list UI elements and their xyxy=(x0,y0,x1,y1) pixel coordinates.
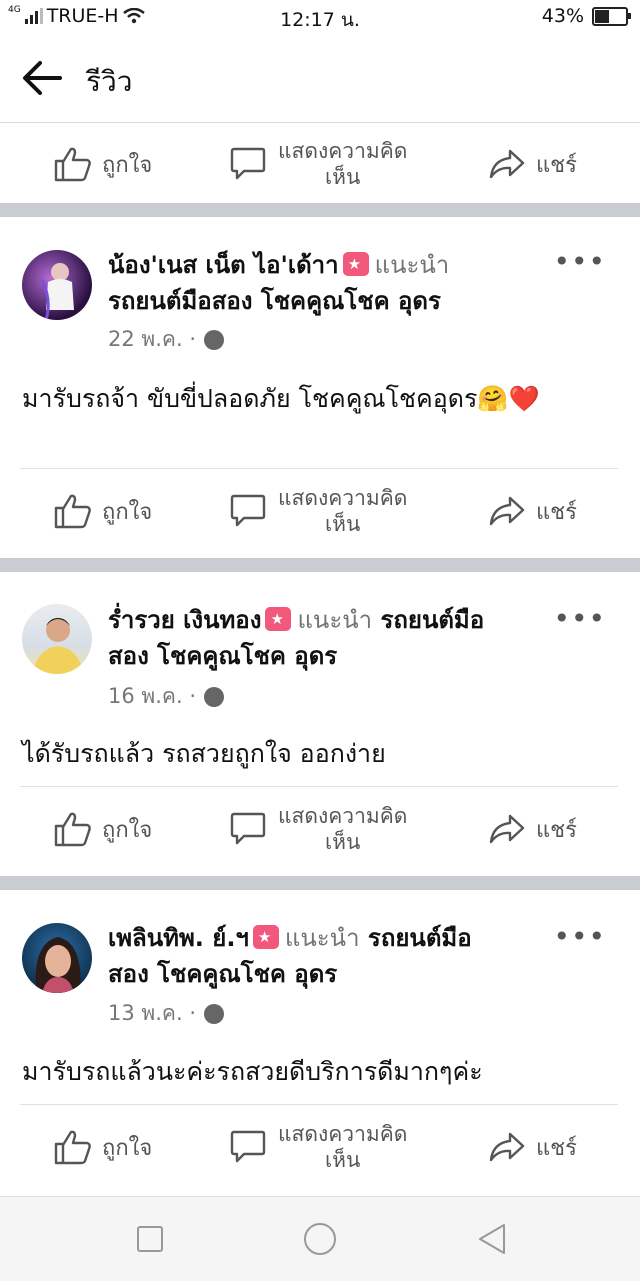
like-button[interactable]: ถูกใจ xyxy=(54,122,152,206)
thumbs-up-icon xyxy=(54,812,91,847)
comment-bubble-icon xyxy=(230,812,266,845)
globe-icon xyxy=(204,329,224,350)
avatar[interactable] xyxy=(22,604,92,674)
page-link[interactable]: รถยนต์มือ xyxy=(380,606,484,634)
section-divider xyxy=(0,558,640,572)
app-header: รีวิว xyxy=(0,34,640,123)
thumbs-up-icon xyxy=(54,1130,91,1165)
share-arrow-icon xyxy=(489,1132,525,1162)
recommends-label: แนะนำ xyxy=(297,606,373,634)
page-link[interactable]: รถยนต์มือ xyxy=(368,924,472,952)
share-arrow-icon xyxy=(489,814,525,844)
post-date[interactable]: 22 พ.ค. · xyxy=(108,323,196,356)
recommends-label: แนะนำ xyxy=(374,251,450,279)
page-title: รีวิว xyxy=(86,65,133,98)
review-post: ร่ำรวย เงินทอง แนะนำ รถยนต์มือ สอง โชคคูณ… xyxy=(0,572,640,876)
globe-icon xyxy=(204,686,224,707)
post-text: ได้รับรถแล้ว รถสวยถูกใจ ออกง่าย xyxy=(22,739,386,768)
post-actions: ถูกใจ แสดงความคิด เห็น แชร์ xyxy=(0,1105,640,1189)
author-name[interactable]: ร่ำรวย เงินทอง xyxy=(108,606,261,634)
system-nav-bar xyxy=(0,1196,640,1281)
page-link-continued[interactable]: สอง โชคคูณโชค อุดร xyxy=(108,642,337,670)
recent-apps-icon[interactable] xyxy=(130,1219,170,1259)
section-divider xyxy=(0,203,640,217)
post-date[interactable]: 13 พ.ค. · xyxy=(108,997,196,1030)
thumbs-up-icon xyxy=(54,147,91,182)
recommend-badge-icon xyxy=(252,925,279,949)
post-text: มารับรถจ้า ขับขี่ปลอดภัย โชคคูณโชคอุดร🤗❤… xyxy=(22,384,540,413)
share-button[interactable]: แชร์ xyxy=(488,1105,577,1189)
post-actions: ถูกใจ แสดงความคิด เห็น แชร์ xyxy=(0,469,640,553)
comment-button[interactable]: แสดงความคิด เห็น xyxy=(230,787,407,871)
page-link[interactable]: รถยนต์มือสอง โชคคูณโชค อุดร xyxy=(108,287,441,315)
battery-icon xyxy=(592,6,631,26)
author-name[interactable]: เพลินทิพ. ย์.ฯ xyxy=(108,924,249,952)
recommends-label: แนะนำ xyxy=(284,924,360,952)
section-divider xyxy=(0,876,640,890)
status-bar: 4G TRUE-H 12:17 น. 43% xyxy=(0,0,640,34)
thumbs-up-icon xyxy=(54,494,91,529)
avatar[interactable] xyxy=(22,250,92,320)
share-arrow-icon xyxy=(489,496,525,526)
avatar[interactable] xyxy=(22,923,92,993)
review-post: น้อง'เนส เน็ต ไอ'เด้าา แนะนำ รถยนต์มือสอง… xyxy=(0,217,640,558)
more-dots-icon[interactable]: ••• xyxy=(553,245,606,278)
comment-bubble-icon xyxy=(230,147,266,180)
share-arrow-icon xyxy=(489,149,525,179)
page-link-continued[interactable]: สอง โชคคูณโชค อุดร xyxy=(108,960,337,988)
comment-button[interactable]: แสดงความคิด เห็น xyxy=(230,122,407,206)
post-date[interactable]: 16 พ.ค. · xyxy=(108,680,196,713)
home-icon[interactable] xyxy=(300,1219,340,1259)
globe-icon xyxy=(204,1003,224,1024)
author-name[interactable]: น้อง'เนส เน็ต ไอ'เด้าา xyxy=(108,251,339,279)
post-actions-top: ถูกใจ แสดงความคิด เห็น แชร์ xyxy=(0,122,640,206)
recommend-badge-icon xyxy=(342,252,369,276)
share-button[interactable]: แชร์ xyxy=(488,122,577,206)
share-button[interactable]: แชร์ xyxy=(488,787,577,871)
like-button[interactable]: ถูกใจ xyxy=(54,787,152,871)
more-dots-icon[interactable]: ••• xyxy=(553,920,606,953)
more-dots-icon[interactable]: ••• xyxy=(553,602,606,635)
share-button[interactable]: แชร์ xyxy=(488,469,577,553)
comment-bubble-icon xyxy=(230,1130,266,1163)
comment-button[interactable]: แสดงความคิด เห็น xyxy=(230,1105,407,1189)
back-nav-icon[interactable] xyxy=(472,1219,512,1259)
comment-button[interactable]: แสดงความคิด เห็น xyxy=(230,469,407,553)
like-button[interactable]: ถูกใจ xyxy=(54,1105,152,1189)
review-post: เพลินทิพ. ย์.ฯ แนะนำ รถยนต์มือ สอง โชคคูณ… xyxy=(0,890,640,1196)
recommend-badge-icon xyxy=(265,607,292,631)
back-arrow-icon[interactable] xyxy=(20,58,64,98)
post-text: มารับรถแล้วนะค่ะรถสวยดีบริการดีมากๆค่ะ xyxy=(22,1057,483,1086)
battery-percent: 43% xyxy=(541,5,584,27)
post-actions: ถูกใจ แสดงความคิด เห็น แชร์ xyxy=(0,787,640,871)
like-button[interactable]: ถูกใจ xyxy=(54,469,152,553)
comment-bubble-icon xyxy=(230,494,266,527)
